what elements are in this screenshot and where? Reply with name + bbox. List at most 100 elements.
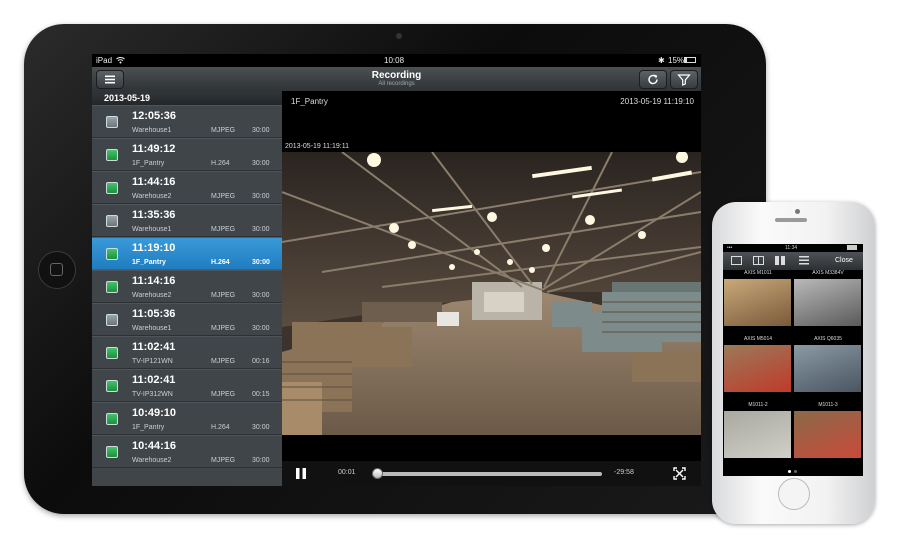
recording-row[interactable]: 11:35:36 Warehouse1 MJPEG 30:00	[92, 204, 282, 237]
iphone-screen: ••• 11:34 Close AXIS M1011 AXIS M3384V AXI…	[723, 244, 863, 476]
recording-indicator	[106, 446, 118, 458]
recording-format: MJPEG	[211, 226, 236, 233]
camera-tile-label: AXIS M5014	[743, 336, 773, 342]
camera-tile[interactable]	[724, 279, 791, 326]
recording-camera: TV-IP121WN	[132, 358, 173, 365]
recordings-sidebar[interactable]: 12:14:16Warehouse2MJPEG30:0012:05:36Ware…	[92, 91, 282, 486]
refresh-icon	[648, 74, 658, 85]
recording-row[interactable]: 12:05:36 Warehouse1 MJPEG 30:00	[92, 105, 282, 138]
camera-tile[interactable]	[794, 345, 861, 392]
iphone-home-button[interactable]	[778, 478, 810, 510]
recording-row[interactable]: 10:44:16 Warehouse2 MJPEG 30:00	[92, 435, 282, 468]
grid-view-icon[interactable]	[775, 256, 786, 265]
recording-row[interactable]: 11:44:16 Warehouse2 MJPEG 30:00	[92, 171, 282, 204]
recording-indicator	[106, 314, 118, 326]
split-view-icon[interactable]	[753, 256, 764, 265]
camera-tile-label: M1011-2	[748, 402, 768, 408]
recording-camera: 1F_Pantry	[132, 424, 165, 431]
recording-row[interactable]: 10:49:10 1F_Pantry H.264 30:00	[92, 402, 282, 435]
recording-duration: 30:00	[252, 457, 270, 464]
progress-thumb[interactable]	[371, 468, 383, 479]
filter-icon	[677, 74, 691, 86]
list-view-icon[interactable]	[799, 256, 809, 265]
recording-format: MJPEG	[211, 127, 236, 134]
camera-tile-label: AXIS M3384V	[812, 270, 844, 276]
recording-indicator	[106, 182, 118, 194]
video-player: 1F_Pantry 2013-05-19 11:19:10 2013-05-19…	[282, 91, 701, 486]
wifi-icon	[116, 56, 125, 66]
camera-tile[interactable]	[794, 411, 861, 458]
video-frame[interactable]	[282, 152, 701, 435]
recording-row[interactable]: 11:05:36 Warehouse1 MJPEG 30:00	[92, 303, 282, 336]
warehouse-video-image	[282, 152, 701, 435]
recording-camera: Warehouse2	[132, 292, 172, 299]
recording-camera: TV-IP312WN	[132, 391, 173, 398]
recording-duration: 30:00	[252, 127, 270, 134]
date-section-header: 2013-05-19	[92, 91, 282, 105]
iphone-camera	[795, 209, 800, 214]
recording-format: MJPEG	[211, 325, 236, 332]
recording-duration: 30:00	[252, 292, 270, 299]
recording-time: 10:49:10	[132, 407, 177, 419]
recording-duration: 30:00	[252, 259, 270, 266]
recording-time: 11:14:16	[132, 275, 176, 287]
refresh-button[interactable]	[639, 70, 667, 89]
recording-camera: Warehouse2	[132, 457, 172, 464]
camera-tile[interactable]	[794, 279, 861, 326]
recording-duration: 30:00	[252, 424, 270, 431]
camera-tile-label: M1011-3	[818, 402, 838, 408]
signal-icon: •••	[727, 245, 733, 251]
filter-button[interactable]	[670, 70, 698, 89]
page-dot-active	[788, 470, 791, 473]
recording-indicator	[106, 347, 118, 359]
progress-track[interactable]	[372, 472, 602, 476]
recording-duration: 00:16	[252, 358, 270, 365]
playback-controls: 00:01 -29:58	[282, 461, 701, 486]
page-subtitle: All recordings	[378, 81, 415, 87]
recording-row[interactable]: 11:14:16 Warehouse2 MJPEG 30:00	[92, 270, 282, 303]
camera-tile[interactable]	[724, 411, 791, 458]
elapsed-time: 00:01	[338, 469, 356, 476]
recording-duration: 30:00	[252, 325, 270, 332]
recording-row[interactable]: 11:02:41 TV-IP121WN MJPEG 00:16	[92, 336, 282, 369]
recording-duration: 30:00	[252, 193, 270, 200]
recording-timestamp: 2013-05-19 11:19:10	[620, 97, 694, 106]
recording-format: MJPEG	[211, 457, 236, 464]
iphone-battery-icon	[847, 245, 857, 250]
battery-percent: 15%	[668, 56, 685, 65]
navigation-bar: Recording All recordings	[92, 67, 701, 92]
fullscreen-button[interactable]	[673, 467, 686, 480]
bluetooth-icon: ✱	[658, 56, 665, 65]
recording-time: 11:35:36	[132, 209, 176, 221]
iphone-status-bar: ••• 11:34	[723, 244, 863, 252]
recording-indicator	[106, 281, 118, 293]
ipad-camera	[396, 33, 402, 39]
recording-indicator	[106, 380, 118, 392]
recording-camera: 1F_Pantry	[132, 160, 165, 167]
single-view-icon[interactable]	[731, 256, 742, 265]
recording-format: MJPEG	[211, 358, 236, 365]
recording-row[interactable]: 11:49:12 1F_Pantry H.264 30:00	[92, 138, 282, 171]
recording-row-selected[interactable]: 11:19:10 1F_Pantry H.264 30:00	[92, 237, 282, 270]
recording-indicator	[106, 248, 118, 260]
recording-camera: Warehouse1	[132, 325, 172, 332]
remaining-time: -29:58	[614, 469, 634, 476]
close-button[interactable]: Close	[835, 257, 853, 264]
iphone-speaker	[775, 218, 807, 222]
recording-camera: Warehouse1	[132, 127, 172, 134]
recording-time: 11:02:41	[132, 341, 176, 353]
recording-indicator	[106, 215, 118, 227]
recording-format: H.264	[211, 259, 230, 266]
camera-tile[interactable]	[724, 345, 791, 392]
recording-duration: 00:15	[252, 391, 270, 398]
recording-row[interactable]: 11:02:41 TV-IP312WN MJPEG 00:15	[92, 369, 282, 402]
recording-indicator	[106, 116, 118, 128]
video-overlay-timestamp: 2013-05-19 11:19:11	[285, 143, 349, 150]
recording-time: 11:49:12	[132, 143, 176, 155]
pause-button[interactable]	[294, 467, 308, 480]
page-title: Recording	[371, 70, 422, 81]
fullscreen-icon	[673, 467, 686, 480]
recording-time: 11:44:16	[132, 176, 176, 188]
recording-format: MJPEG	[211, 391, 236, 398]
ipad-screen: iPad 10:08 ✱ 15% Recording All recording…	[92, 54, 701, 486]
